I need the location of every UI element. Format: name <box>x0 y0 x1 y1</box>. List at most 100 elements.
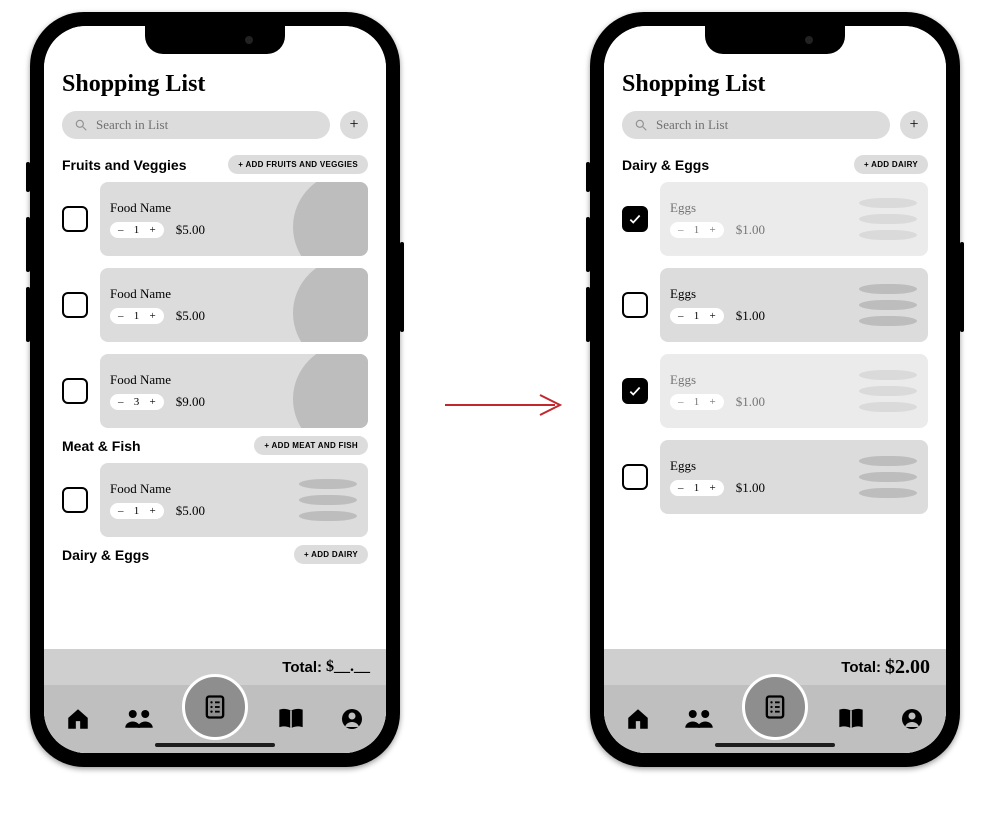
qty-plus[interactable]: + <box>150 505 156 517</box>
nav-home[interactable] <box>621 702 655 736</box>
qty-plus[interactable]: + <box>710 396 716 408</box>
item-card[interactable]: Eggs–1+$1.00 <box>660 268 928 342</box>
qty-value: 1 <box>692 224 702 236</box>
add-category-item-button[interactable]: + ADD MEAT AND FISH <box>254 436 368 455</box>
qty-minus[interactable]: – <box>678 224 684 236</box>
qty-minus[interactable]: – <box>118 310 124 322</box>
item-image-placeholder <box>288 182 368 256</box>
placeholder-shape <box>848 268 928 342</box>
qty-value: 1 <box>692 396 702 408</box>
item-image-placeholder <box>848 268 928 342</box>
nav-list[interactable] <box>742 674 808 740</box>
qty-value: 1 <box>132 505 142 517</box>
quantity-stepper[interactable]: –1+ <box>670 480 724 496</box>
item-checkbox[interactable] <box>622 464 648 490</box>
list-item: Food Name–3+$9.00 <box>62 354 368 428</box>
quantity-stepper[interactable]: –1 + <box>110 222 164 238</box>
item-name: Food Name <box>110 372 278 388</box>
qty-row: –1+$1.00 <box>670 308 838 324</box>
check-icon <box>628 212 642 226</box>
nav-home[interactable] <box>61 702 95 736</box>
qty-plus[interactable]: + <box>150 310 156 322</box>
quantity-stepper[interactable]: –1 + <box>670 222 724 238</box>
item-image-placeholder <box>848 440 928 514</box>
qty-row: –1+$5.00 <box>110 308 278 324</box>
search-row: Search in List + <box>62 111 368 139</box>
list-item: Eggs –1 + $1.00 <box>622 182 928 256</box>
item-card[interactable]: Food Name–1+$5.00 <box>100 463 368 537</box>
item-name: Eggs <box>670 200 838 216</box>
qty-minus[interactable]: – <box>678 482 684 494</box>
placeholder-shape <box>288 463 368 537</box>
screen: Shopping List Search in List + Fruits an… <box>44 26 386 753</box>
phone-right: Shopping List Search in List + Dairy & E… <box>590 12 960 767</box>
qty-plus[interactable]: + <box>150 224 156 236</box>
qty-plus[interactable]: + <box>710 482 716 494</box>
qty-plus[interactable]: + <box>150 396 156 408</box>
item-checkbox[interactable] <box>622 206 648 232</box>
quantity-stepper[interactable]: –1 + <box>110 503 164 519</box>
placeholder-shape <box>293 182 368 256</box>
total-amount: $2.00 <box>885 656 930 679</box>
category-title: Dairy & Eggs <box>62 547 149 563</box>
item-checkbox[interactable] <box>622 378 648 404</box>
search-icon <box>634 118 648 132</box>
search-input[interactable]: Search in List <box>62 111 330 139</box>
quantity-stepper[interactable]: –1+ <box>110 308 164 324</box>
quantity-stepper[interactable]: –3+ <box>110 394 164 410</box>
item-card[interactable]: Food Name–1+$5.00 <box>100 182 368 256</box>
nav-profile[interactable] <box>335 702 369 736</box>
quantity-stepper[interactable]: –1 + <box>670 394 724 410</box>
qty-minus[interactable]: – <box>118 505 124 517</box>
qty-minus[interactable]: – <box>678 396 684 408</box>
nav-recipes[interactable] <box>274 702 308 736</box>
add-category-item-button[interactable]: + ADD DAIRY <box>854 155 928 174</box>
qty-plus[interactable]: + <box>710 224 716 236</box>
item-checkbox[interactable] <box>62 378 88 404</box>
qty-value: 1 <box>692 310 702 322</box>
nav-list[interactable] <box>182 674 248 740</box>
item-checkbox[interactable] <box>622 292 648 318</box>
qty-value: 1 <box>132 224 142 236</box>
hw-vol-down <box>586 287 590 342</box>
qty-plus[interactable]: + <box>710 310 716 322</box>
quantity-stepper[interactable]: –1 + <box>670 308 724 324</box>
item-card[interactable]: Eggs–1+$1.00 <box>660 354 928 428</box>
search-input[interactable]: Search in List <box>622 111 890 139</box>
item-card[interactable]: Food Name–3+$9.00 <box>100 354 368 428</box>
category-list: Fruits and Veggies+ ADD FRUITS AND VEGGI… <box>62 155 368 572</box>
page-title: Shopping List <box>62 71 368 97</box>
item-checkbox[interactable] <box>62 292 88 318</box>
item-checkbox[interactable] <box>62 487 88 513</box>
qty-minus[interactable]: – <box>118 224 124 236</box>
card-body: Food Name–1+$5.00 <box>100 268 288 342</box>
item-price: $1.00 <box>736 480 765 496</box>
qty-minus[interactable]: – <box>118 396 124 408</box>
add-item-button[interactable]: + <box>900 111 928 139</box>
people-icon <box>124 706 154 732</box>
qty-row: –1+ $1.00 <box>670 480 838 496</box>
total-label: Total: <box>282 659 322 676</box>
nav-groups[interactable] <box>682 702 716 736</box>
nav-recipes[interactable] <box>834 702 868 736</box>
home-icon <box>625 706 651 732</box>
nav-profile[interactable] <box>895 702 929 736</box>
item-card[interactable]: Eggs–1+$1.00 <box>660 440 928 514</box>
search-row: Search in List + <box>622 111 928 139</box>
phone-left: Shopping List Search in List + Fruits an… <box>30 12 400 767</box>
item-card[interactable]: Eggs –1 + $1.00 <box>660 182 928 256</box>
arrow-icon <box>440 390 570 420</box>
nav-groups[interactable] <box>122 702 156 736</box>
category-title: Meat & Fish <box>62 438 141 454</box>
add-item-button[interactable]: + <box>340 111 368 139</box>
item-checkbox[interactable] <box>62 206 88 232</box>
qty-minus[interactable]: – <box>678 310 684 322</box>
search-placeholder: Search in List <box>96 117 168 133</box>
add-category-item-button[interactable]: + ADD FRUITS AND VEGGIES <box>228 155 368 174</box>
add-category-item-button[interactable]: + ADD DAIRY <box>294 545 368 564</box>
check-icon <box>628 384 642 398</box>
item-price: $1.00 <box>736 222 765 238</box>
list-icon <box>201 693 229 721</box>
item-card[interactable]: Food Name–1+$5.00 <box>100 268 368 342</box>
item-list: Eggs–1+$1.00Eggs–1+$1.00Eggs–1+$1.00Eggs… <box>622 182 928 514</box>
